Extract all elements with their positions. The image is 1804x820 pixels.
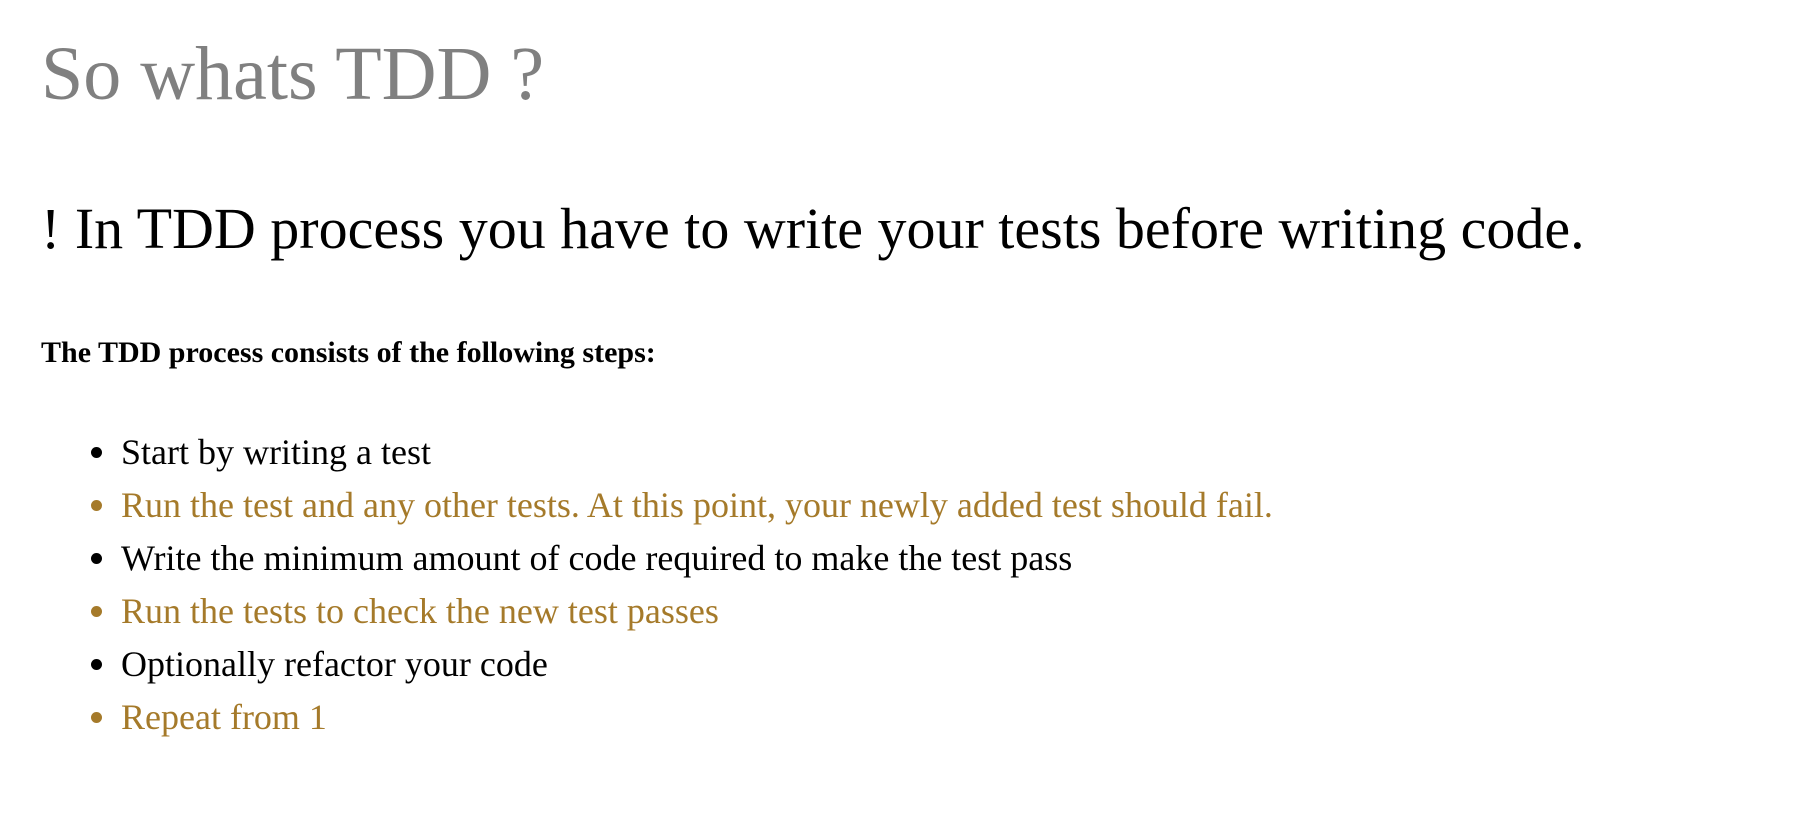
step-label: Run the tests to check the new test pass… bbox=[121, 591, 719, 631]
steps-list: Start by writing a test Run the test and… bbox=[41, 426, 1273, 744]
bullet-icon bbox=[91, 712, 102, 723]
bullet-icon bbox=[91, 500, 102, 511]
bullet-icon bbox=[91, 606, 102, 617]
steps-intro: The TDD process consists of the followin… bbox=[41, 336, 656, 369]
step-item: Start by writing a test bbox=[91, 426, 1273, 479]
lead-statement: ! In TDD process you have to write your … bbox=[41, 196, 1585, 261]
step-item: Run the tests to check the new test pass… bbox=[91, 585, 1273, 638]
step-label: Optionally refactor your code bbox=[121, 644, 548, 684]
bullet-icon bbox=[91, 447, 102, 458]
step-label: Start by writing a test bbox=[121, 432, 431, 472]
page-title: So whats TDD ? bbox=[41, 32, 545, 116]
bullet-icon bbox=[91, 659, 102, 670]
page-content: So whats TDD ? ! In TDD process you have… bbox=[41, 0, 1804, 820]
step-item: Run the test and any other tests. At thi… bbox=[91, 479, 1273, 532]
step-item: Optionally refactor your code bbox=[91, 638, 1273, 691]
step-item: Repeat from 1 bbox=[91, 691, 1273, 744]
bullet-icon bbox=[91, 553, 102, 564]
step-label: Run the test and any other tests. At thi… bbox=[121, 485, 1273, 525]
step-label: Write the minimum amount of code require… bbox=[121, 538, 1073, 578]
step-item: Write the minimum amount of code require… bbox=[91, 532, 1273, 585]
step-label: Repeat from 1 bbox=[121, 697, 327, 737]
